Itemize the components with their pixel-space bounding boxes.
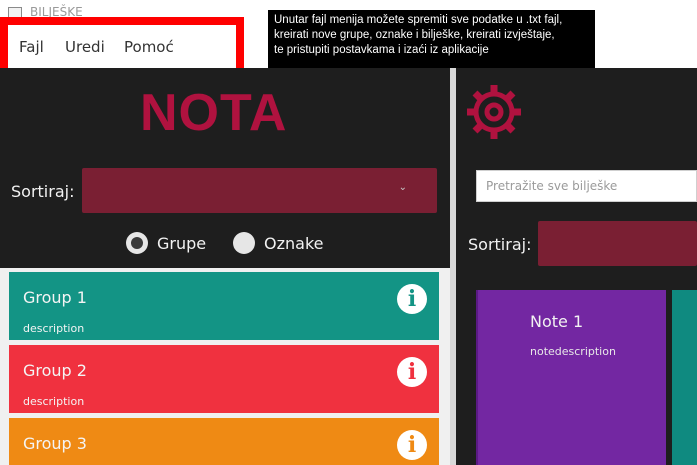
sort-dropdown-notes[interactable] — [538, 221, 697, 266]
sort-dropdown[interactable]: ⌄ — [82, 168, 437, 213]
note-card[interactable]: Note 1 notedescription — [476, 290, 666, 465]
note-card-partial[interactable] — [672, 290, 697, 465]
group-card[interactable]: Group 3 i — [9, 418, 439, 465]
note-description: notedescription — [530, 345, 616, 358]
group-list: Group 1 description i Group 2 descriptio… — [0, 268, 450, 465]
sort-label: Sortiraj: — [11, 182, 75, 201]
info-icon[interactable]: i — [397, 284, 427, 314]
group-card[interactable]: Group 2 description i — [9, 345, 439, 413]
tooltip-line: te pristupiti postavkama i izaći iz apli… — [274, 44, 489, 56]
help-tooltip: Unutar fajl menija možete spremiti sve p… — [268, 10, 595, 69]
sort-label-notes: Sortiraj: — [468, 235, 532, 254]
group-title: Group 3 — [23, 434, 87, 453]
chevron-down-icon: ⌄ — [398, 182, 407, 193]
group-description: description — [23, 322, 85, 335]
search-input[interactable]: Pretražite sve bilješke — [476, 170, 697, 202]
group-title: Group 1 — [23, 288, 87, 307]
radio-oznake-label: Oznake — [264, 234, 324, 253]
radio-grupe-label: Grupe — [157, 234, 207, 253]
radio-grupe[interactable] — [126, 232, 148, 254]
tooltip-line: Unutar fajl menija možete spremiti sve p… — [274, 14, 563, 26]
group-card[interactable]: Group 1 description i — [9, 272, 439, 340]
settings-gear-icon[interactable] — [462, 80, 526, 144]
tooltip-line: kreirati nove grupe, oznake i bilješke, … — [274, 29, 555, 41]
info-icon[interactable]: i — [397, 430, 427, 460]
radio-oznake[interactable] — [233, 232, 255, 254]
app-logo: NOTA — [140, 84, 288, 142]
group-description: description — [23, 395, 85, 408]
search-placeholder: Pretražite sve bilješke — [486, 179, 618, 193]
group-title: Group 2 — [23, 361, 87, 380]
info-icon[interactable]: i — [397, 357, 427, 387]
note-title: Note 1 — [530, 312, 584, 331]
